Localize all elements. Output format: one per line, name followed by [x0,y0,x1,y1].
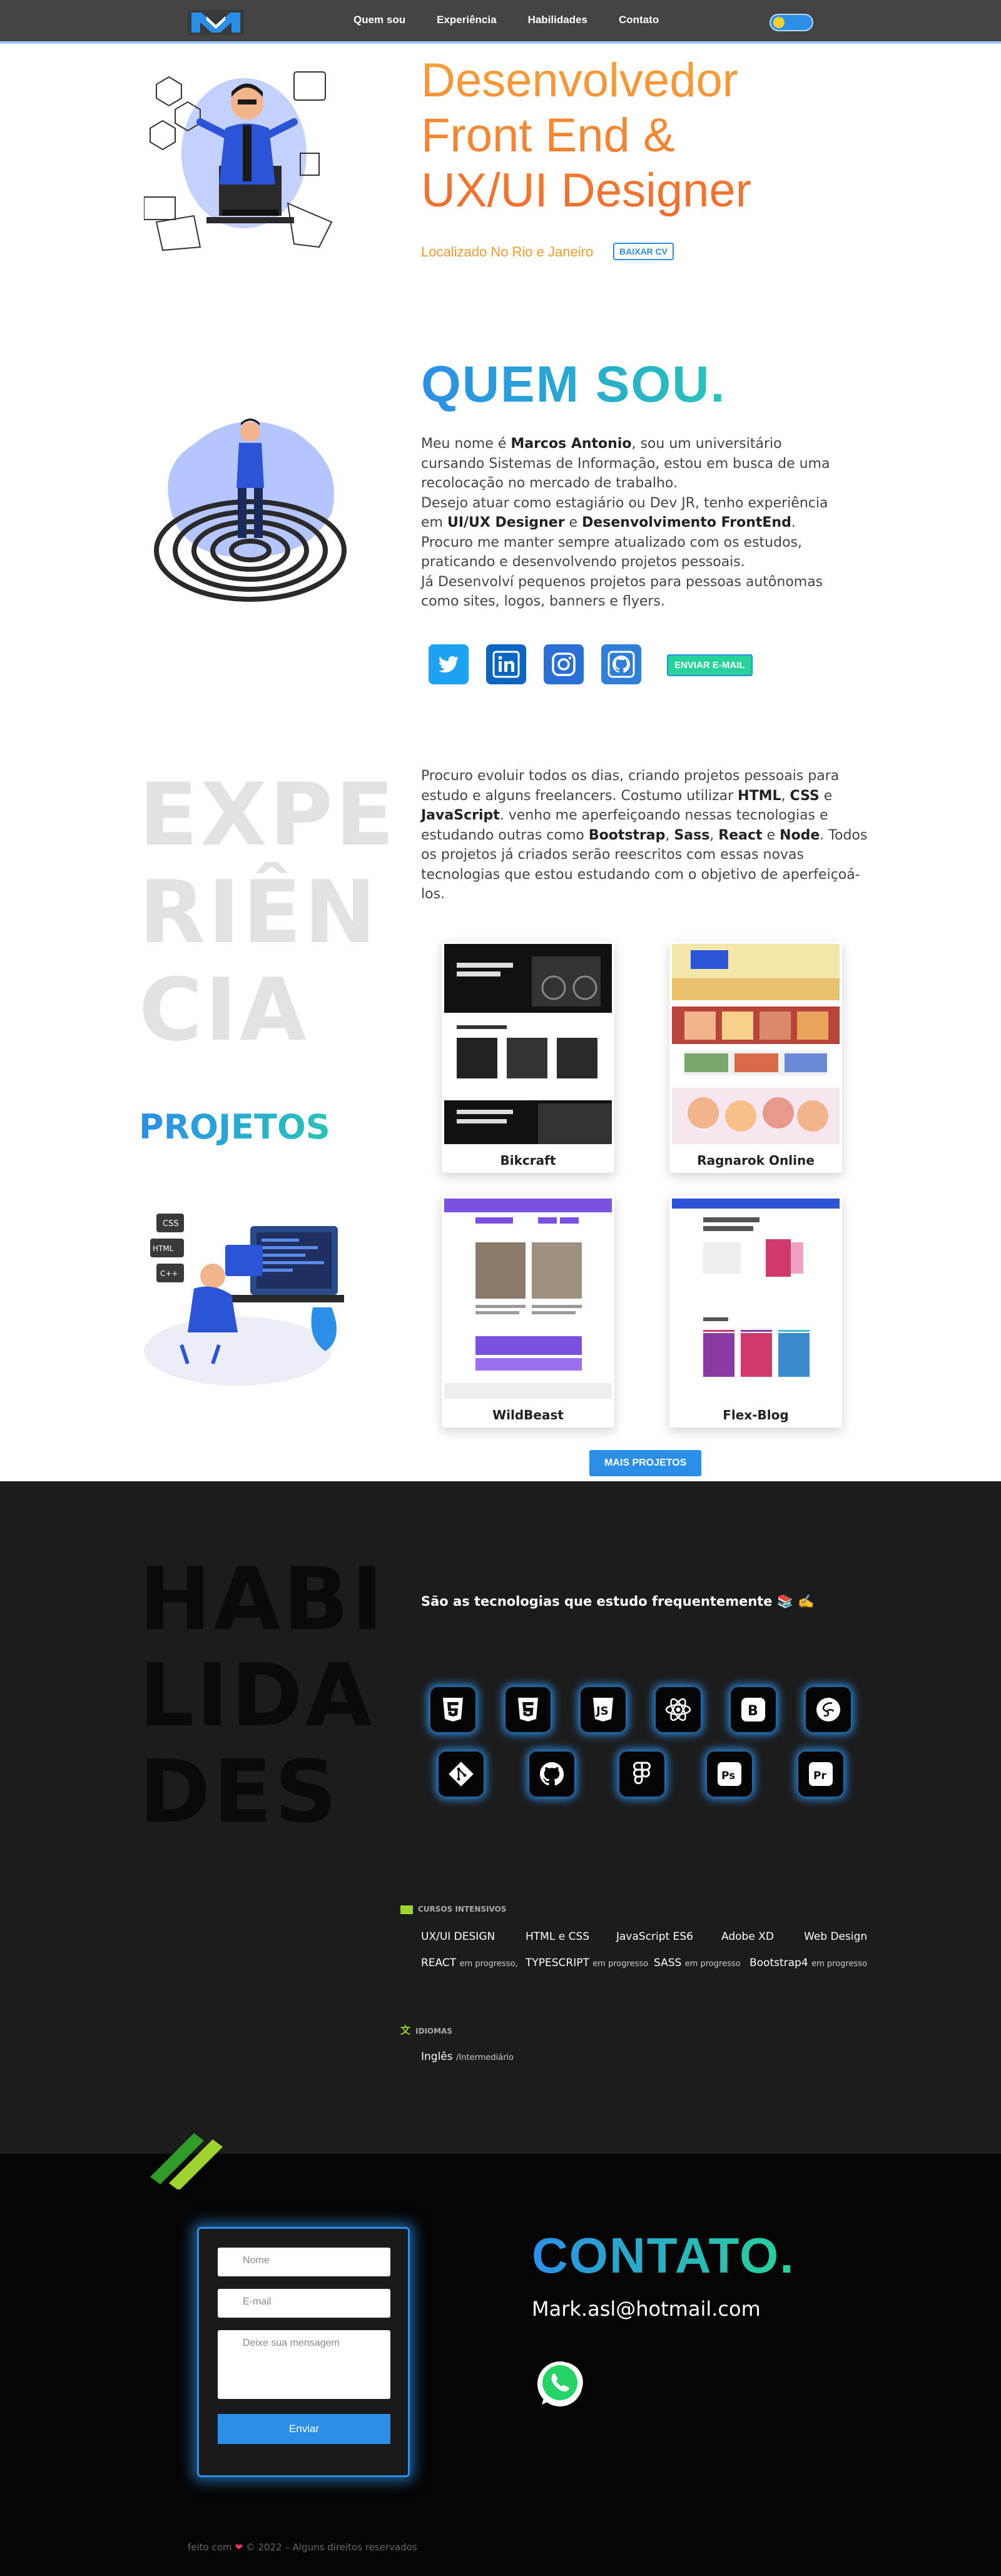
react-icon [656,1687,701,1732]
decorative-stripes [150,2133,223,2189]
experience-heading: EXPE RIÊN CIA [139,766,397,1059]
experience-heading-line-3: CIA [139,960,309,1060]
translate-icon: 文 [400,2024,411,2036]
skills-heading-line-1: HABI [139,1549,386,1650]
premiere-icon: Pr [798,1752,843,1797]
email-input[interactable]: E-mail [218,2289,390,2318]
maze-illustration [154,418,347,602]
toggle-knob-icon [773,17,785,28]
whatsapp-icon[interactable] [533,2357,587,2411]
css3-icon [506,1687,551,1732]
experience-heading-line-2: RIÊN [139,862,379,963]
name-input[interactable]: Nome [218,2248,390,2276]
svg-text:B: B [748,1703,758,1719]
send-button[interactable]: Enviar [218,2414,390,2444]
send-email-button[interactable]: ENVIAR E-MAIL [667,654,753,676]
nav-link-experiencia[interactable]: Experiência [437,14,496,26]
nav-link-contato[interactable]: Contato [619,14,659,26]
about-title: QUEM SOU. [421,356,726,413]
svg-text:C++: C++ [160,1269,178,1278]
project-name: Ragnarok Online [697,1153,815,1168]
twitter-icon[interactable] [429,644,469,684]
hero-title: Desenvolvedor Front End & UX/UI Designer [421,53,859,218]
bikcraft-screenshot [444,944,612,1144]
javascript-icon: JS [581,1687,626,1732]
courses-heading: CURSOS INTENSIVOS [400,1905,506,1914]
project-card-wildbeast[interactable]: WildBeast [442,1196,614,1427]
instagram-icon[interactable] [544,644,584,684]
course-item: HTML e CSS [526,1930,590,1943]
svg-text:HTML: HTML [153,1244,174,1253]
book-icon [400,1905,413,1914]
project-name: WildBeast [492,1407,564,1422]
course-item: Web Design [804,1930,868,1943]
github-skill-icon [529,1752,574,1797]
about-paragraph: Já Desenvolví pequenos projetos para pes… [421,574,823,610]
project-name: Flex-Blog [723,1407,789,1422]
sass-icon [806,1687,851,1732]
download-cv-button[interactable]: BAIXAR CV [613,243,674,260]
language-item: Inglês /Intermediário [421,2051,514,2063]
skills-heading: HABI LIDA DES [139,1551,386,1840]
flex-blog-screenshot [672,1199,840,1399]
experience-text: Procuro evoluir todos os dias, criando p… [421,768,868,902]
course-item-progress: Bootstrap4 em progresso [749,1957,867,1969]
project-card-bikcraft[interactable]: Bikcraft [442,941,614,1173]
wildbeast-screenshot [444,1199,612,1399]
figma-icon [619,1752,664,1797]
project-card-ragnarok[interactable]: Ragnarok Online [669,941,842,1173]
svg-text:Ps: Ps [721,1770,735,1782]
course-item: UX/UI DESIGN [421,1930,495,1943]
nav-links: Quem sou Experiência Habilidades Contato [353,14,659,26]
more-projects-button[interactable]: MAIS PROJETOS [589,1450,702,1476]
theme-toggle[interactable] [770,14,813,31]
hero-location: Localizado No Rio e Janeiro [421,244,594,260]
skills-lead: São as tecnologias que estudo frequentem… [421,1594,815,1609]
experience-heading-line-1: EXPE [139,764,397,865]
hero-developer-illustration [144,71,333,251]
svg-text:Pr: Pr [813,1770,826,1782]
nav-link-quem-sou[interactable]: Quem sou [353,14,405,26]
contact-section [0,2154,1001,2576]
course-item-progress: REACT em progresso, [421,1957,518,1969]
hero-title-line-1: Desenvolvedor [421,54,738,107]
contact-title: CONTATO. [532,2228,795,2283]
course-item: Adobe XD [721,1930,774,1943]
hero-title-line-3: UX/UI Designer [421,164,751,217]
course-item: JavaScript ES6 [616,1930,693,1943]
heart-icon: ❤ [235,2542,243,2553]
hero-title-line-2: Front End & [421,109,675,162]
coding-illustration: CSS HTML C++ [144,1214,344,1386]
projects-title: PROJETOS [139,1107,330,1147]
about-text: Meu nome é Marcos Antonio, sou um univer… [421,434,834,612]
git-icon [439,1752,484,1797]
bootstrap-icon: B [731,1687,776,1732]
skills-heading-line-3: DES [139,1742,340,1842]
about-paragraph: Meu nome é Marcos Antonio, sou um univer… [421,436,830,491]
logo[interactable] [188,8,244,36]
html5-icon [430,1687,475,1732]
about-paragraph: Procuro me manter sempre atualizado com … [421,534,802,570]
skills-heading-line-2: LIDA [139,1645,375,1746]
languages-heading: 文 IDIOMAS [400,2024,452,2036]
contact-form: Nome E-mail Deixe sua mensagem Enviar [197,2227,410,2477]
github-icon[interactable] [601,644,641,684]
course-item-progress: SASS em progresso [654,1957,741,1969]
page: Quem sou Experiência Habilidades Contato [0,0,1001,2576]
linkedin-icon[interactable] [486,644,526,684]
svg-text:CSS: CSS [163,1219,179,1229]
project-card-flex-blog[interactable]: Flex-Blog [669,1196,842,1427]
photoshop-icon: Ps [707,1752,752,1797]
course-item-progress: TYPESCRIPT em progresso [526,1957,649,1969]
svg-text:JS: JS [595,1705,609,1718]
nav-link-habilidades[interactable]: Habilidades [528,14,587,26]
top-navbar: Quem sou Experiência Habilidades Contato [0,0,1001,44]
contact-email[interactable]: Mark.asl@hotmail.com [532,2297,761,2321]
about-paragraph: Desejo atuar como estagiário ou Dev JR, … [421,495,828,531]
social-links [429,644,641,684]
project-name: Bikcraft [500,1153,556,1168]
footer: feito com ❤ © 2022 – Alguns direitos res… [188,2542,417,2553]
message-textarea[interactable]: Deixe sua mensagem [218,2330,390,2399]
ragnarok-screenshot [672,944,840,1144]
